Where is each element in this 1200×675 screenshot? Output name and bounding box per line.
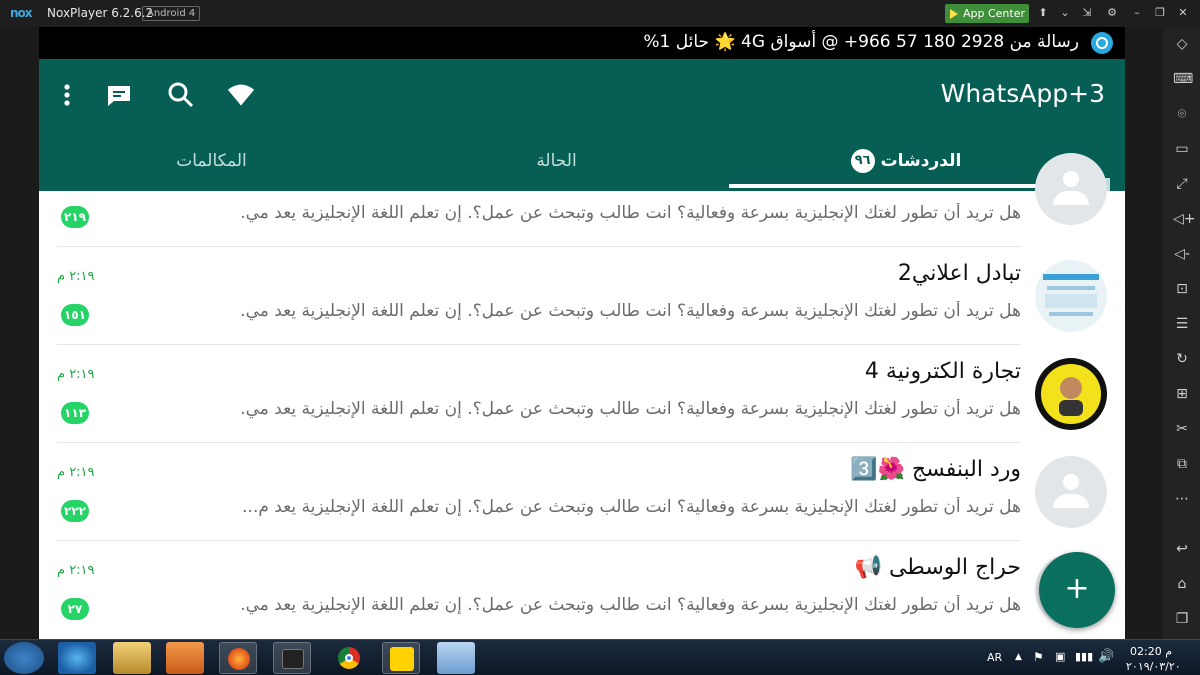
broadcast-message-icon[interactable] — [105, 81, 133, 109]
clock-time[interactable]: 02:20 م — [1130, 645, 1172, 658]
unread-badge: ٢٧ — [61, 598, 89, 620]
rotate-icon[interactable]: ◇ — [1173, 35, 1191, 53]
clock-date[interactable]: ٢٠١٩/٠٣/٢٠ — [1126, 660, 1181, 673]
chat-time: ٢:١٩ م — [57, 269, 95, 284]
minimize-icon[interactable]: – — [1130, 6, 1144, 19]
group-image-icon — [1043, 274, 1099, 316]
chat-message-preview: هل تريد أن تطور لغتك الإنجليزية بسرعة وف… — [240, 399, 1021, 419]
avatar — [1035, 153, 1107, 225]
android-version-badge: Android 4 — [142, 6, 201, 21]
volume-down-icon[interactable]: ◁- — [1173, 245, 1191, 263]
home-icon[interactable]: ⌂ — [1173, 575, 1191, 593]
back-icon[interactable]: ↩ — [1173, 540, 1191, 558]
pin-icon[interactable]: ⇲ — [1080, 6, 1094, 19]
profile-image-icon — [1041, 364, 1101, 424]
chat-row[interactable]: تجارة الكترونية 4 ٢:١٩ م هل تريد أن تطور… — [39, 345, 1125, 443]
file-explorer-icon[interactable] — [113, 642, 151, 674]
chat-message-preview: هل تريد أن تطور لغتك الإنجليزية بسرعة وف… — [242, 497, 1021, 517]
nox-logo: nox — [10, 6, 33, 20]
chrome-icon[interactable] — [331, 642, 369, 674]
screen-icon[interactable]: ▭ — [1173, 140, 1191, 158]
wifi-icon[interactable] — [227, 81, 255, 109]
unread-badge: ١٥١ — [61, 304, 89, 326]
add-file-icon[interactable]: ⊞ — [1173, 385, 1191, 403]
android-screen: رسالة من 2928 180 57 966+ @ أسواق 4G 🌟 ح… — [39, 27, 1125, 639]
tray-arrow-icon[interactable]: ▲ — [1015, 652, 1022, 662]
upgrade-icon[interactable]: ⬆ — [1036, 6, 1050, 19]
chat-message-preview: هل تريد أن تطور لغتك الإنجليزية بسرعة وف… — [240, 301, 1021, 321]
network-icon[interactable]: ▣ — [1055, 650, 1065, 663]
start-button[interactable] — [4, 642, 44, 674]
avatar — [1035, 260, 1107, 332]
chat-time: ٢:١٩ م — [57, 465, 95, 480]
signal-icon[interactable]: ▮▮▮ — [1075, 650, 1093, 663]
speaker-icon[interactable]: 🔊 — [1098, 649, 1114, 664]
unread-badge: ٢١٩ — [61, 206, 89, 228]
nox-icon[interactable] — [273, 642, 311, 674]
scissors-icon[interactable]: ✂ — [1173, 420, 1191, 438]
telegram-icon — [1091, 32, 1113, 54]
internet-explorer-icon[interactable] — [58, 642, 96, 674]
chevron-down-icon[interactable]: ⌄ — [1058, 6, 1072, 19]
chat-name: تبادل اعلاني2 — [897, 261, 1021, 286]
chat-time: ٢:١٩ م — [57, 563, 95, 578]
status-bar: رسالة من 2928 180 57 966+ @ أسواق 4G 🌟 ح… — [39, 27, 1125, 59]
search-icon[interactable] — [167, 81, 195, 109]
chat-list: هل تريد أن تطور لغتك الإنجليزية بسرعة وف… — [39, 153, 1125, 639]
recent-apps-icon[interactable]: ❐ — [1173, 610, 1191, 628]
new-chat-button[interactable]: + — [1039, 552, 1115, 628]
emulator-title-bar: nox NoxPlayer 6.2.6.2 Android 4 App Cent… — [0, 0, 1200, 27]
chat-row[interactable]: ورد البنفسج 🌺3️⃣ ٢:١٩ م هل تريد أن تطور … — [39, 443, 1125, 541]
chat-row[interactable]: حراج الوسطى 📢 ٢:١٩ م هل تريد أن تطور لغت… — [39, 541, 1125, 639]
media-player-icon[interactable] — [166, 642, 204, 674]
unread-badge: ٢٢٢ — [61, 500, 89, 522]
chat-name: تجارة الكترونية 4 — [864, 359, 1021, 384]
unread-badge: ١١٣ — [61, 402, 89, 424]
volume-up-icon[interactable]: ◁+ — [1173, 210, 1196, 228]
close-icon[interactable]: ✕ — [1176, 6, 1190, 19]
status-bar-text: رسالة من 2928 180 57 966+ @ أسواق 4G 🌟 ح… — [643, 32, 1079, 52]
emulator-title: NoxPlayer 6.2.6.2 — [47, 6, 154, 20]
windows-taskbar: AR ▲ ⚑ ▣ ▮▮▮ 🔊 02:20 م ٢٠١٩/٠٣/٢٠ — [0, 639, 1200, 675]
fullscreen-icon[interactable]: ⤢ — [1173, 175, 1191, 193]
chat-name: حراج الوسطى 📢 — [854, 555, 1021, 580]
keyboard-icon[interactable]: ⌨ — [1173, 70, 1193, 88]
app-title: WhatsApp+3 — [940, 79, 1105, 108]
gear-icon[interactable]: ⚙ — [1105, 6, 1119, 19]
app-center-label: App Center — [963, 7, 1026, 20]
chat-message-preview: هل تريد أن تطور لغتك الإنجليزية بسرعة وف… — [240, 595, 1021, 615]
firefox-icon[interactable] — [219, 642, 257, 674]
location-icon[interactable]: ⌾ — [1173, 105, 1191, 123]
multi-instance-icon[interactable]: ⧉ — [1173, 455, 1191, 473]
player-app-icon[interactable] — [382, 642, 420, 674]
app-center-button[interactable]: App Center — [945, 4, 1029, 23]
screenshot-icon[interactable]: ⊡ — [1173, 280, 1191, 298]
install-apk-icon[interactable]: ☰ — [1173, 315, 1191, 333]
chat-row[interactable]: هل تريد أن تطور لغتك الإنجليزية بسرعة وف… — [39, 149, 1125, 247]
more-icon[interactable]: ⋯ — [1173, 490, 1191, 508]
chat-name: ورد البنفسج 🌺3️⃣ — [850, 457, 1021, 482]
chat-row[interactable]: تبادل اعلاني2 ٢:١٩ م هل تريد أن تطور لغت… — [39, 247, 1125, 345]
emulator-toolbar: ◇ ⌨ ⌾ ▭ ⤢ ◁+ ◁- ⊡ ☰ ↻ ⊞ ✂ ⧉ ⋯ ↩ ⌂ ❐ — [1163, 27, 1200, 639]
refresh-icon[interactable]: ↻ — [1173, 350, 1191, 368]
action-center-icon[interactable]: ⚑ — [1033, 650, 1044, 664]
avatar — [1035, 456, 1107, 528]
chat-time: ٢:١٩ م — [57, 367, 95, 382]
more-options-icon[interactable] — [61, 81, 89, 109]
keyboard-language[interactable]: AR — [987, 651, 1002, 664]
play-store-icon — [950, 9, 958, 19]
paint-icon[interactable] — [437, 642, 475, 674]
avatar — [1035, 358, 1107, 430]
chat-message-preview: هل تريد أن تطور لغتك الإنجليزية بسرعة وف… — [240, 203, 1021, 223]
restore-icon[interactable]: ❐ — [1153, 6, 1167, 19]
